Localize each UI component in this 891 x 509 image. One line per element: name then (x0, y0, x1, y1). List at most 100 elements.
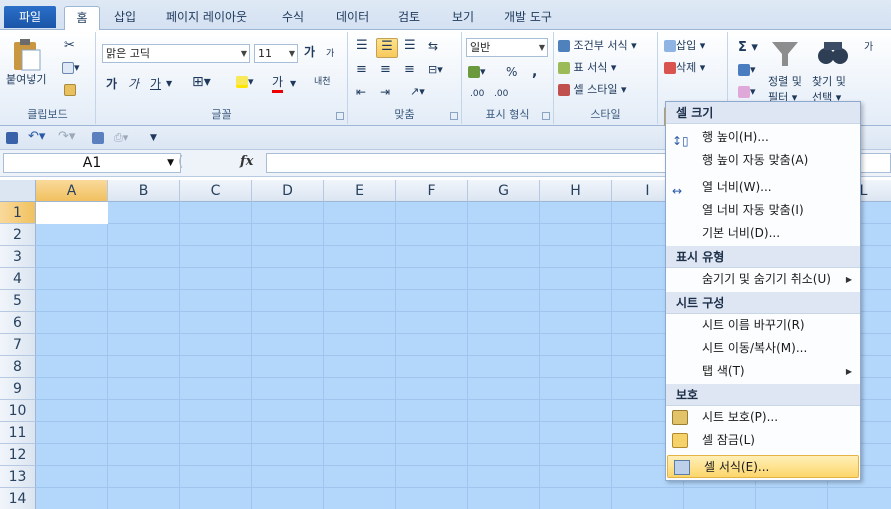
percent-button[interactable]: % (506, 64, 517, 80)
align-center-icon[interactable]: ≡ (380, 62, 391, 78)
conditional-format-button[interactable]: 조건부 서식 ▾ (558, 38, 637, 54)
format-as-table-button[interactable]: 표 서식 ▾ (558, 60, 616, 76)
format-painter-icon[interactable] (64, 82, 76, 98)
extra-ribbon-icon[interactable]: 가 (864, 40, 873, 56)
underline-dropdown-icon[interactable]: ▼ (166, 76, 172, 92)
menu-default-width[interactable]: 기본 너비(D)... (666, 222, 860, 245)
clear-icon[interactable]: ▾ (738, 84, 756, 100)
row-header[interactable]: 11 (0, 422, 36, 444)
print-icon[interactable]: ⎙▾ (114, 130, 128, 146)
increase-decimal-icon[interactable]: .00 (470, 86, 484, 102)
column-header[interactable]: F (396, 180, 468, 202)
row-header[interactable]: 12 (0, 444, 36, 466)
row-header[interactable]: 10 (0, 400, 36, 422)
tab-developer[interactable]: 개발 도구 (498, 6, 558, 30)
row-header[interactable]: 9 (0, 378, 36, 400)
font-color-dropdown-icon[interactable]: ▼ (290, 76, 296, 92)
insert-function-icon[interactable]: fx (240, 154, 253, 169)
increase-indent-icon[interactable]: ⇥ (380, 84, 390, 100)
row-header[interactable]: 6 (0, 312, 36, 334)
menu-row-autofit[interactable]: 행 높이 자동 맞춤(A) (666, 149, 860, 172)
tab-insert[interactable]: 삽입 (108, 6, 142, 30)
align-bottom-icon[interactable]: ☰ (404, 38, 416, 54)
menu-column-width[interactable]: ↔ 열 너비(W)... (666, 176, 860, 199)
undo-icon[interactable]: ↶▾ (28, 129, 45, 145)
table-tool-icon[interactable] (92, 130, 104, 146)
alignment-dialog-launcher[interactable] (450, 112, 458, 120)
column-header[interactable]: B (108, 180, 180, 202)
menu-protect-sheet[interactable]: 시트 보호(P)... (666, 406, 860, 429)
row-header[interactable]: 4 (0, 268, 36, 290)
tab-review[interactable]: 검토 (392, 6, 426, 30)
column-header[interactable]: A (36, 180, 108, 202)
menu-tab-color[interactable]: 탭 색(T) ▶ (666, 360, 860, 383)
column-header[interactable]: E (324, 180, 396, 202)
customize-qat-icon[interactable]: ▼ (150, 130, 157, 146)
menu-column-autofit[interactable]: 열 너비 자동 맞춤(I) (666, 199, 860, 222)
comma-button[interactable]: , (532, 64, 537, 80)
redo-icon[interactable]: ↷▾ (58, 129, 75, 145)
row-header[interactable]: 8 (0, 356, 36, 378)
font-dialog-launcher[interactable] (336, 112, 344, 120)
cell-styles-button[interactable]: 셀 스타일 ▾ (558, 82, 627, 98)
menu-lock-cell[interactable]: 셀 잠금(L) (666, 429, 860, 452)
align-middle-icon[interactable]: ☰ (376, 38, 398, 58)
border-icon[interactable]: ⊞▾ (192, 74, 211, 90)
cut-icon[interactable]: ✂ (64, 38, 75, 54)
row-header[interactable]: 7 (0, 334, 36, 356)
currency-icon[interactable]: ▾ (468, 64, 486, 80)
tab-data[interactable]: 데이터 (330, 6, 375, 30)
column-header[interactable]: H (540, 180, 612, 202)
decrease-decimal-icon[interactable]: .00 (494, 86, 508, 102)
font-name-combo[interactable]: 맑은 고딕 ▼ (102, 44, 250, 63)
wrap-text-icon[interactable]: ⇆ (428, 38, 438, 54)
formula-expand-icon[interactable]: ( (178, 154, 183, 170)
row-header[interactable]: 14 (0, 488, 36, 509)
active-cell-a1[interactable] (36, 202, 108, 224)
font-size-combo[interactable]: 11 ▼ (254, 44, 298, 63)
orientation-icon[interactable]: ↗▾ (410, 84, 425, 100)
underline-button[interactable]: 가 (150, 76, 161, 92)
tab-file[interactable]: 파일 (4, 6, 56, 28)
menu-move-copy-sheet[interactable]: 시트 이동/복사(M)... (666, 337, 860, 360)
menu-hide-unhide[interactable]: 숨기기 및 숨기기 취소(U) ▶ (666, 268, 860, 291)
column-header[interactable]: G (468, 180, 540, 202)
delete-cells-button[interactable]: 삭제 ▾ (664, 60, 705, 76)
column-header[interactable]: C (180, 180, 252, 202)
number-format-combo[interactable]: 일반 ▼ (466, 38, 548, 57)
decrease-indent-icon[interactable]: ⇤ (356, 84, 366, 100)
menu-row-height[interactable]: ↕▯ 행 높이(H)... (666, 126, 860, 149)
autosum-button[interactable]: Σ ▾ (738, 40, 758, 56)
tab-formulas[interactable]: 수식 (276, 6, 310, 30)
font-color-icon[interactable]: 가 (272, 74, 284, 93)
tab-home[interactable]: 홈 (64, 6, 100, 31)
copy-icon[interactable]: ▾ (62, 60, 80, 76)
number-group: 일반 ▼ ▾ % , .00 .00 표시 형식 (462, 32, 554, 124)
tab-view[interactable]: 보기 (446, 6, 480, 30)
fill-icon[interactable]: ▾ (738, 62, 756, 78)
tab-page-layout[interactable]: 페이지 레이아웃 (160, 6, 253, 30)
align-top-icon[interactable]: ☰ (356, 38, 368, 54)
grow-font-button[interactable]: 가 (304, 44, 315, 60)
italic-button[interactable]: 가 (128, 76, 139, 92)
row-header[interactable]: 2 (0, 224, 36, 246)
phonetic-button[interactable]: 내천 (314, 74, 331, 90)
menu-format-cells[interactable]: 셀 서식(E)... (667, 455, 859, 478)
row-header[interactable]: 13 (0, 466, 36, 488)
align-left-icon[interactable]: ≡ (356, 62, 367, 78)
merge-center-icon[interactable]: ⊟▾ (428, 62, 443, 78)
row-header[interactable]: 3 (0, 246, 36, 268)
row-header[interactable]: 5 (0, 290, 36, 312)
name-box[interactable]: A1 ▼ (3, 153, 181, 173)
align-right-icon[interactable]: ≡ (404, 62, 415, 78)
select-all-corner[interactable] (0, 180, 36, 202)
menu-rename-sheet[interactable]: 시트 이름 바꾸기(R) (666, 314, 860, 337)
fill-color-icon[interactable]: ▾ (236, 74, 254, 90)
column-header[interactable]: D (252, 180, 324, 202)
shrink-font-button[interactable]: 가 (326, 46, 334, 62)
number-dialog-launcher[interactable] (542, 112, 550, 120)
row-header[interactable]: 1 (0, 202, 36, 224)
insert-cells-button[interactable]: 삽입 ▾ (664, 38, 705, 54)
bold-button[interactable]: 가 (106, 76, 117, 92)
save-icon[interactable] (6, 130, 18, 146)
